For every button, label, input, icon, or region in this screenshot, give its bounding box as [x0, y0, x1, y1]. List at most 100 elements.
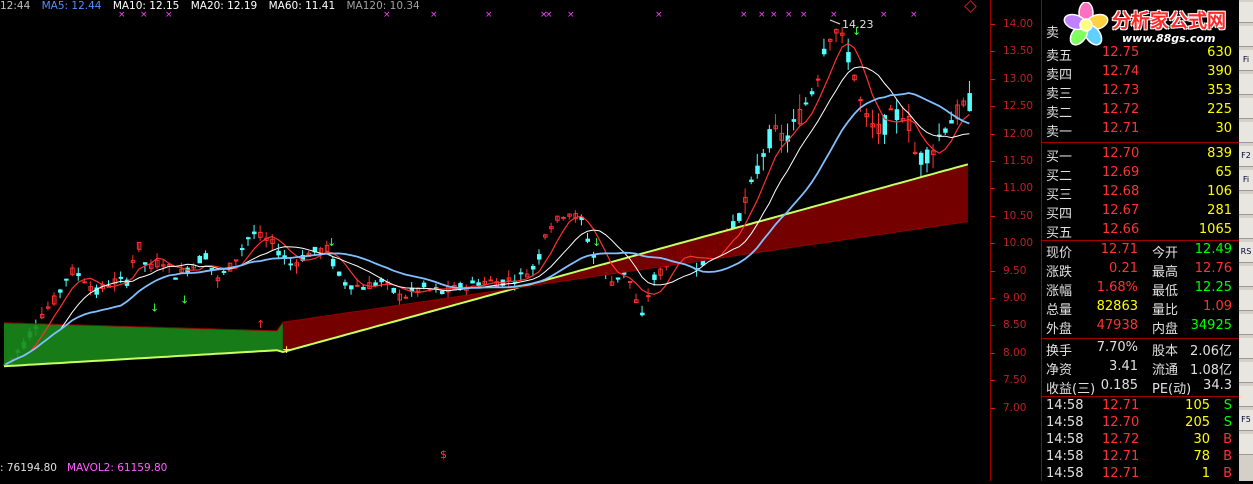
sell-partial-label: 卖: [1046, 26, 1060, 41]
panel-divider: [1042, 338, 1240, 339]
candle-body: [173, 277, 178, 280]
toolbar-button[interactable]: Fi: [1239, 50, 1253, 71]
toolbar-button[interactable]: Fi: [1239, 170, 1253, 191]
price-tick: 7.00: [1003, 401, 1027, 414]
bid-price: 12.68: [1102, 184, 1140, 199]
fund-value: 3.41: [1109, 359, 1138, 374]
trade-price: 12.71: [1102, 398, 1140, 413]
fund-label: 收益(三): [1046, 382, 1096, 397]
trade-time: 14:58: [1046, 398, 1084, 413]
toolbar-button[interactable]: [1239, 194, 1253, 215]
signal-x-marker: ×: [545, 10, 553, 20]
signal-x-marker: ×: [785, 10, 793, 20]
tick-mark: [991, 325, 995, 327]
toolbar-button[interactable]: [1239, 2, 1253, 23]
toolbar-button[interactable]: [1239, 314, 1253, 335]
stat-value: 12.71: [1100, 242, 1138, 257]
high-price-label: 14.23: [842, 18, 874, 31]
candle-body: [749, 179, 754, 183]
trade-tick-row: 14:58 12.71 78 B: [1044, 449, 1238, 467]
candle-body: [246, 237, 251, 240]
candle-body: [888, 108, 894, 111]
signal-x-marker: ×: [655, 10, 663, 20]
ma-band-green: [4, 322, 283, 367]
toolbar-button[interactable]: F2: [1239, 146, 1253, 167]
panel-divider: [1042, 396, 1240, 397]
toolbar-button[interactable]: [1239, 122, 1253, 143]
candle-body: [761, 153, 766, 157]
stat-row: 现价 12.71 今开 12.49: [1044, 242, 1238, 261]
fund-label: 流通: [1152, 363, 1179, 378]
candle-body: [846, 52, 851, 63]
candle-body: [561, 216, 566, 219]
logo-url: www.88gs.com: [1122, 32, 1216, 45]
flower-icon: [1063, 2, 1109, 46]
dollar-marker: $: [440, 448, 447, 461]
signal-x-marker: ×: [430, 10, 438, 20]
toolbar-button[interactable]: [1239, 98, 1253, 119]
tick-mark: [991, 215, 995, 217]
tick-mark: [991, 24, 995, 25]
toolbar-button[interactable]: [1239, 26, 1253, 47]
candle-body: [221, 270, 227, 273]
candle-body: [809, 91, 815, 95]
toolbar-button[interactable]: [1239, 74, 1253, 95]
stat-row: 涨幅 1.68% 最低 12.25: [1044, 280, 1238, 299]
price-tick: 7.50: [1003, 374, 1027, 387]
price-axis: 14.00 13.50 13.00 12.50 12.00 11.50 11.00 10.50…: [990, 0, 1041, 481]
stat-label: 最高: [1152, 265, 1179, 280]
candle-body: [197, 255, 202, 264]
candle-body: [470, 280, 475, 284]
stat-value: 47938: [1096, 318, 1138, 333]
candle-body: [288, 263, 293, 266]
bid-price: 12.66: [1102, 222, 1140, 237]
price-tick: 11.50: [1003, 155, 1034, 167]
stat-label: 内盘: [1152, 322, 1179, 337]
ask-volume: 225: [1207, 102, 1232, 117]
toolbar-button[interactable]: [1239, 338, 1253, 359]
ask-volume: 30: [1215, 121, 1232, 136]
candle-body: [791, 119, 797, 122]
signal-x-marker: ×: [800, 10, 808, 20]
tick-mark: [991, 106, 995, 108]
candle-body: [967, 93, 972, 112]
price-tick: 14.00: [1003, 18, 1034, 30]
stat-row: 外盘 47938 内盘 34925: [1044, 318, 1238, 337]
toolbar-button[interactable]: [1239, 266, 1253, 287]
stat-label: 总量: [1046, 303, 1073, 318]
ask-price: 12.71: [1102, 121, 1140, 136]
toolbar-button[interactable]: [1239, 290, 1253, 311]
kline-chart[interactable]: × × × × × × × × × × × × × × × × × × ↑ ↓ ↓ ↓ ↓ ↓ + 12:44 MA5: 12.…: [0, 0, 990, 481]
toolbar-button[interactable]: [1239, 362, 1253, 383]
toolbar-button[interactable]: [1239, 434, 1253, 455]
candle-body: [767, 129, 772, 149]
toolbar-button[interactable]: F5: [1239, 410, 1253, 431]
fund-label: 换手: [1046, 344, 1073, 359]
price-tick: 10.50: [1003, 209, 1034, 222]
cross-marker: +: [282, 343, 291, 356]
price-tick: 12.00: [1003, 127, 1034, 140]
bid-volume: 839: [1207, 146, 1232, 161]
trade-price: 12.72: [1102, 432, 1140, 447]
toolbar-button[interactable]: RS: [1239, 242, 1253, 263]
bid-row: 买五 12.66 1065: [1044, 222, 1238, 241]
bid-row: 买一 12.70 839: [1044, 146, 1238, 165]
fund-value: 7.70%: [1096, 340, 1138, 355]
kline-svg: × × × × × × ×× × × × × × × × × × ×↑↓↓↓ ↓↓+: [3, 10, 972, 368]
ask-volume: 390: [1207, 64, 1232, 79]
toolbar-button[interactable]: [1239, 218, 1253, 239]
volume-legend: : 76194.80 MAVOL2: 61159.80: [0, 462, 167, 474]
candle-body: [355, 284, 360, 287]
vol-label: : 76194.80: [0, 462, 57, 474]
toolbar-button[interactable]: [1239, 386, 1253, 407]
stat-label: 最低: [1152, 284, 1179, 299]
candle-body: [615, 277, 621, 280]
trade-price: 12.71: [1102, 466, 1140, 481]
tick-mark: [991, 243, 995, 245]
candle-body: [440, 290, 445, 295]
trade-tick-row: 14:58 12.70 205 S: [1044, 415, 1238, 433]
candle-body: [343, 282, 348, 286]
candle-body: [82, 281, 87, 284]
ask-price: 12.72: [1102, 102, 1140, 117]
bid-price: 12.69: [1102, 165, 1140, 180]
